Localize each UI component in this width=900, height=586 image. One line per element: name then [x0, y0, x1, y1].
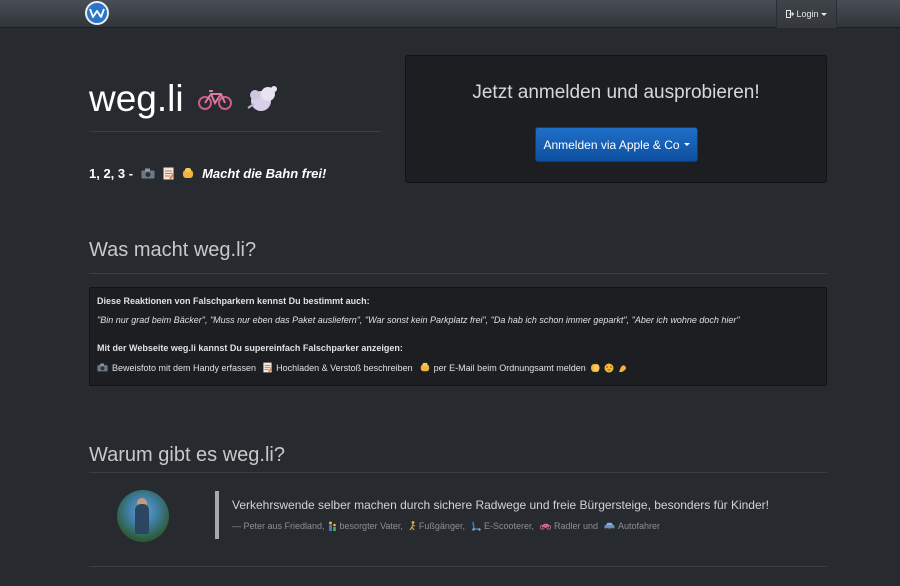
sign-in-icon [786, 10, 795, 18]
camera-icon [97, 363, 108, 372]
chevron-down-icon [683, 143, 690, 146]
footer-item: Autofahrer [618, 521, 661, 531]
steps-line: Beweisfoto mit dem Handy erfassen Hochla… [97, 362, 628, 373]
wegli-logo-icon[interactable] [85, 1, 109, 25]
footer-item: Radler und [553, 521, 599, 531]
page-title: weg.li [89, 78, 280, 120]
divider [89, 131, 381, 132]
signup-panel: Jetzt anmelden und ausprobieren! Anmelde… [405, 55, 827, 183]
blockquote-bar [215, 491, 219, 539]
reactions-heading: Diese Reaktionen von Falschparkern kenns… [97, 296, 370, 306]
signup-button[interactable]: Anmelden via Apple & Co [535, 127, 698, 162]
step-text: Hochladen & Verstoß beschreiben [276, 362, 413, 373]
pedestrian-icon [409, 521, 416, 531]
signup-button-label: Anmelden via Apple & Co [543, 137, 680, 152]
car-icon [604, 522, 615, 530]
footer-item: Fußgänger, [418, 521, 465, 531]
avatar-body [135, 504, 149, 534]
signup-heading: Jetzt anmelden und ausprobieren! [472, 82, 760, 103]
testimonial-footer: — Peter aus Friedland, besorgter Vater, … [232, 521, 660, 531]
bicycle-icon [539, 522, 551, 530]
website-heading: Mit der Webseite weg.li kannst Du supere… [97, 343, 403, 353]
memo-icon [263, 362, 273, 373]
chevron-down-icon [820, 12, 827, 16]
footer-item: besorgter Vater, [339, 521, 403, 531]
star-struck-icon [604, 363, 614, 373]
footer-prefix: — Peter aus Friedland, [232, 521, 325, 531]
flexed-biceps-icon [618, 363, 628, 373]
what-section-title: Was macht weg.li? [89, 239, 257, 261]
fist-icon [182, 167, 194, 180]
footer-item: E-Scooterer, [483, 521, 534, 531]
step-text: per E-Mail beim Ordnungsamt melden [433, 362, 586, 373]
navbar: Login [0, 0, 900, 28]
camera-icon [141, 168, 155, 179]
scooter-icon [471, 521, 481, 531]
what-info-box: Diese Reaktionen von Falschparkern kenns… [89, 287, 827, 386]
login-dropdown[interactable]: Login [776, 0, 837, 28]
avatar [117, 490, 169, 542]
memo-icon [163, 167, 175, 180]
divider [89, 273, 827, 274]
login-label: Login [796, 9, 819, 19]
page-title-text: weg.li [89, 78, 184, 119]
cloud-puff-icon [246, 84, 280, 114]
why-section-title: Warum gibt es weg.li? [89, 444, 285, 466]
family-icon [328, 521, 337, 531]
testimonial-quote: Verkehrswende selber machen durch sicher… [232, 498, 769, 512]
divider [89, 566, 827, 567]
clapping-hands-icon [590, 363, 600, 373]
step-text: Beweisfoto mit dem Handy erfassen [112, 362, 257, 373]
tagline-emphasis: Macht die Bahn frei! [202, 166, 327, 181]
fist-icon [420, 362, 430, 373]
tagline: 1, 2, 3 - Macht die Bahn frei! [89, 166, 326, 181]
divider [89, 472, 827, 473]
tagline-prefix: 1, 2, 3 - [89, 166, 134, 181]
bicycle-icon [197, 88, 232, 110]
reactions-quotes: "Bin nur grad beim Bäcker", "Muss nur eb… [97, 315, 740, 325]
